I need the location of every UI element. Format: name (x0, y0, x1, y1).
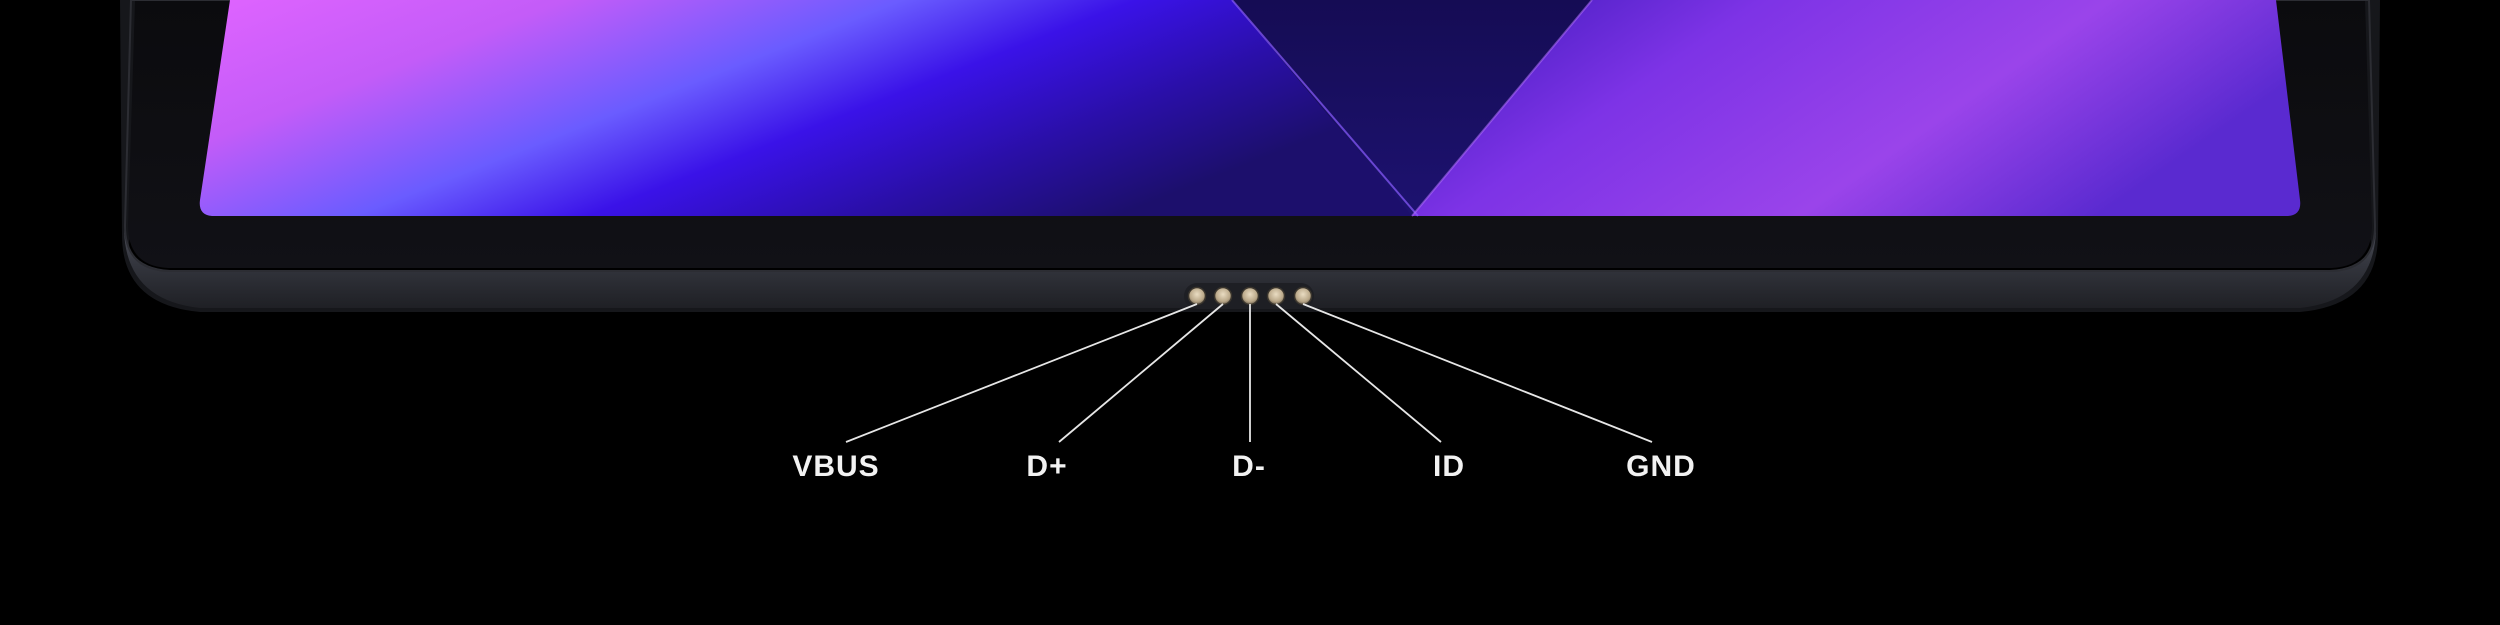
leader-line-dplus (1058, 303, 1224, 443)
leader-line-gnd (1302, 303, 1653, 443)
pin-label-vbus: VBUS (792, 450, 880, 483)
pogo-pin-dminus (1240, 286, 1260, 306)
pogo-pin-dplus (1213, 286, 1233, 306)
pin-label-d-minus: D- (1232, 450, 1266, 483)
pogo-pin-id (1266, 286, 1286, 306)
tablet-pogo-pin-diagram (120, 0, 2380, 443)
pin-label-id: ID (1433, 450, 1465, 483)
leader-lines (845, 303, 1653, 443)
tablet-screen (199, 0, 2301, 217)
leader-line-vbus (845, 303, 1198, 443)
pogo-pin-connector (1184, 283, 1314, 309)
pin-label-gnd: GND (1626, 450, 1696, 483)
pin-label-d-plus: D+ (1026, 450, 1068, 483)
pogo-pin-vbus (1187, 286, 1207, 306)
pogo-pin-gnd (1293, 286, 1313, 306)
leader-line-id (1275, 303, 1442, 443)
